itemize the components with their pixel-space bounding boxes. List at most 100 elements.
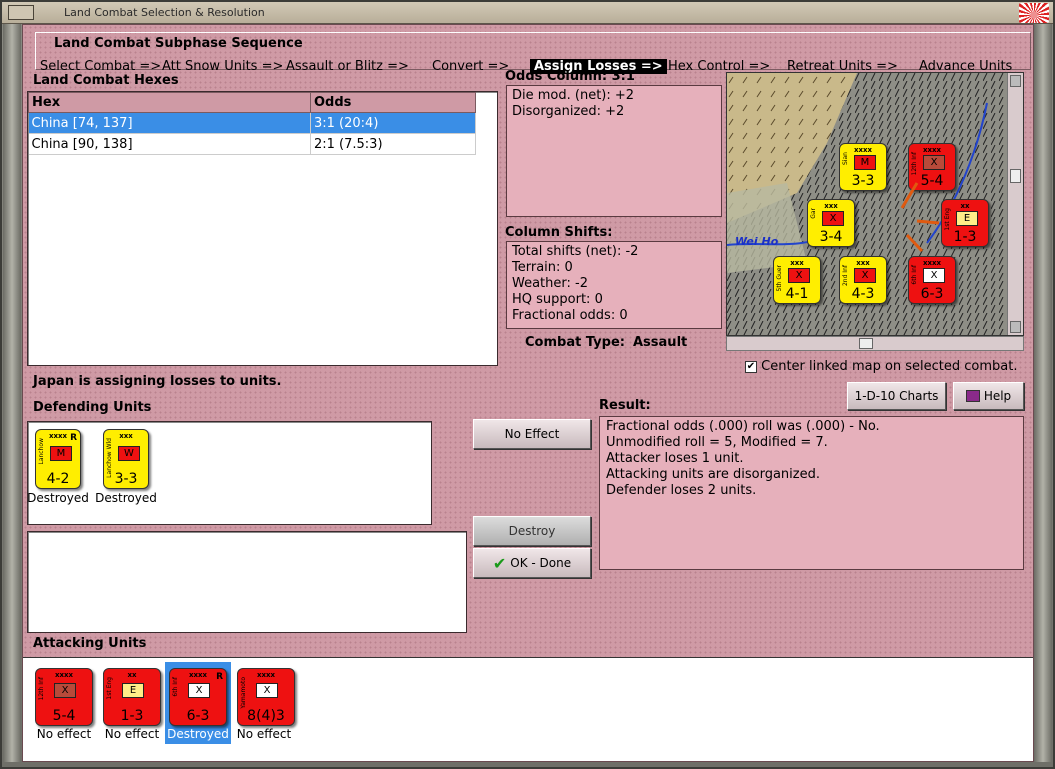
center-map-label: Center linked map on selected combat. <box>761 359 1018 374</box>
unit-strength: 4-1 <box>785 286 809 302</box>
help-button-label: Help <box>983 389 1012 403</box>
destroy-button[interactable]: Destroy <box>473 516 591 546</box>
unit-name: 1st Eng <box>106 677 113 700</box>
linked-map[interactable]: Wei Ho xxxx Sian M 3-3 xxxx 12th Inf X 5… <box>726 72 1024 336</box>
ok-done-label: OK - Done <box>510 556 572 570</box>
result-title: Result: <box>599 398 651 413</box>
system-menu-button[interactable] <box>8 5 34 20</box>
unit-strength: 3-3 <box>114 471 138 487</box>
seq-step-select-combat: Select Combat => <box>40 59 162 74</box>
attacking-unit-status: No effect <box>104 727 160 741</box>
scroll-down-arrow-icon[interactable] <box>1010 321 1021 333</box>
hex-row[interactable]: China [74, 137] 3:1 (20:4) <box>28 112 476 134</box>
unit-name: Gar <box>810 208 817 219</box>
checkmark-icon: ✔ <box>492 553 507 573</box>
defending-unit-status: Destroyed <box>27 491 89 505</box>
unit-type-icon: X <box>923 268 945 283</box>
result-details: Fractional odds (.000) roll was (.000) -… <box>599 416 1024 570</box>
result-line: Attacker loses 1 unit. <box>606 451 744 466</box>
charts-button[interactable]: 1-D-10 Charts <box>847 382 946 410</box>
map-unit-counter[interactable]: xxxx 12th Inf X 5-4 <box>908 143 956 191</box>
charts-button-label: 1-D-10 Charts <box>854 389 939 403</box>
dialog-client: Land Combat Subphase Sequence Select Com… <box>22 24 1034 762</box>
defending-units-list[interactable]: xxxx R Lanchow M 4-2 Destroyed xxx Lanch… <box>27 421 432 525</box>
window-title: Land Combat Selection & Resolution <box>64 6 265 19</box>
map-unit-counter[interactable]: xxxx 6th Inf X 6-3 <box>908 256 956 304</box>
odds-line: Die mod. (net): +2 <box>512 88 635 103</box>
odds-column-title: Odds Column: 3:1 <box>505 69 635 84</box>
unit-strength: 6-3 <box>920 286 944 302</box>
scroll-thumb[interactable] <box>859 338 873 349</box>
seq-step-att-snow: Att Snow Units => <box>162 59 284 74</box>
attacking-unit-status: Destroyed <box>167 727 229 741</box>
book-icon <box>965 390 980 402</box>
odds-details: Die mod. (net): +2 Disorganized: +2 <box>506 85 722 217</box>
column-header-hex[interactable]: Hex <box>28 92 311 113</box>
no-effect-button[interactable]: No Effect <box>473 419 591 449</box>
unit-strength: 4-3 <box>851 286 875 302</box>
unit-flag: R <box>216 672 223 682</box>
ok-done-button[interactable]: ✔ OK - Done <box>473 548 591 578</box>
attacking-unit-counter[interactable]: xx 1st Eng E 1-3 <box>103 668 161 726</box>
defending-unit-counter[interactable]: xxx Lanchow Wld W 3-3 <box>103 429 149 489</box>
unit-flag: R <box>70 433 77 443</box>
map-unit-counter[interactable]: xxx 2nd Inf X 4-3 <box>839 256 887 304</box>
column-header-odds[interactable]: Odds <box>310 92 476 113</box>
combat-type-label: Combat Type: <box>525 335 625 350</box>
help-button[interactable]: Help <box>953 382 1024 410</box>
column-shifts-title: Column Shifts: <box>505 225 613 240</box>
odds-cell: 3:1 (20:4) <box>310 112 476 134</box>
seq-step-assault-blitz: Assault or Blitz => <box>286 59 409 74</box>
hexes-list[interactable]: Hex Odds China [74, 137] 3:1 (20:4) Chin… <box>27 91 498 366</box>
shift-line: Total shifts (net): -2 <box>512 244 639 259</box>
unit-strength: 3-3 <box>851 173 875 189</box>
japan-flag-icon <box>1019 3 1049 23</box>
odds-cell: 2:1 (7.5:3) <box>310 133 476 155</box>
attacking-units-list[interactable]: xxxx 12th Inf X 5-4 No effect xx 1st Eng… <box>23 657 1033 761</box>
unit-strength: 5-4 <box>52 708 76 724</box>
map-unit-counter[interactable]: xxx Gar X 3-4 <box>807 199 855 247</box>
scroll-thumb[interactable] <box>1010 169 1021 183</box>
shift-line: Weather: -2 <box>512 276 588 291</box>
unit-type-icon: X <box>923 155 945 170</box>
attacking-units-title: Attacking Units <box>33 636 147 651</box>
unit-type-icon: X <box>788 268 810 283</box>
map-unit-counter[interactable]: xxxx Sian M 3-3 <box>839 143 887 191</box>
shift-line: HQ support: 0 <box>512 292 603 307</box>
combat-type-value: Assault <box>633 335 688 350</box>
map-unit-counter[interactable]: xx 1st Eng E 1-3 <box>941 199 989 247</box>
unit-name: 6th Inf <box>172 677 179 697</box>
unit-strength: 4-2 <box>46 471 70 487</box>
seq-step-convert: Convert => <box>432 59 510 74</box>
title-bar[interactable]: Land Combat Selection & Resolution <box>2 2 1053 24</box>
sequence-title: Land Combat Subphase Sequence <box>54 36 303 51</box>
unit-type-icon: M <box>50 446 72 461</box>
attacking-unit-counter[interactable]: xxxx Yamamoto X 8(4)3 <box>237 668 295 726</box>
hex-row[interactable]: China [90, 138] 2:1 (7.5:3) <box>28 133 476 155</box>
center-map-option[interactable]: ✔ Center linked map on selected combat. <box>745 359 1018 374</box>
attacking-unit-counter[interactable]: xxxx 12th Inf X 5-4 <box>35 668 93 726</box>
unit-name: 1st Eng <box>944 208 951 231</box>
map-vertical-scrollbar[interactable] <box>1007 73 1023 335</box>
unit-name: 6th Inf <box>911 265 918 285</box>
unit-type-icon: W <box>118 446 140 461</box>
unit-name: Yamamoto <box>240 677 247 709</box>
scroll-up-arrow-icon[interactable] <box>1010 75 1021 87</box>
unit-type-icon: E <box>956 211 978 226</box>
status-message: Japan is assigning losses to units. <box>33 374 282 389</box>
attacking-unit-status: No effect <box>236 727 292 741</box>
unit-type-icon: M <box>854 155 876 170</box>
result-line: Attacking units are disorganized. <box>606 467 820 482</box>
unit-name: 12th Inf <box>38 677 45 701</box>
center-map-checkbox[interactable]: ✔ <box>745 360 757 373</box>
odds-line: Disorganized: +2 <box>512 104 625 119</box>
hex-cell: China [90, 138] <box>28 133 311 155</box>
attacking-unit-counter[interactable]: xxxx R 6th Inf X 6-3 <box>169 668 227 726</box>
right-frame-bar <box>1034 24 1052 762</box>
map-unit-counter[interactable]: xxx 5th Guer X 4-1 <box>773 256 821 304</box>
unit-type-icon: X <box>54 683 76 698</box>
map-horizontal-scrollbar[interactable] <box>726 336 1024 351</box>
result-line: Unmodified roll = 5, Modified = 7. <box>606 435 828 450</box>
unit-type-icon: E <box>122 683 144 698</box>
defending-unit-counter[interactable]: xxxx R Lanchow M 4-2 <box>35 429 81 489</box>
